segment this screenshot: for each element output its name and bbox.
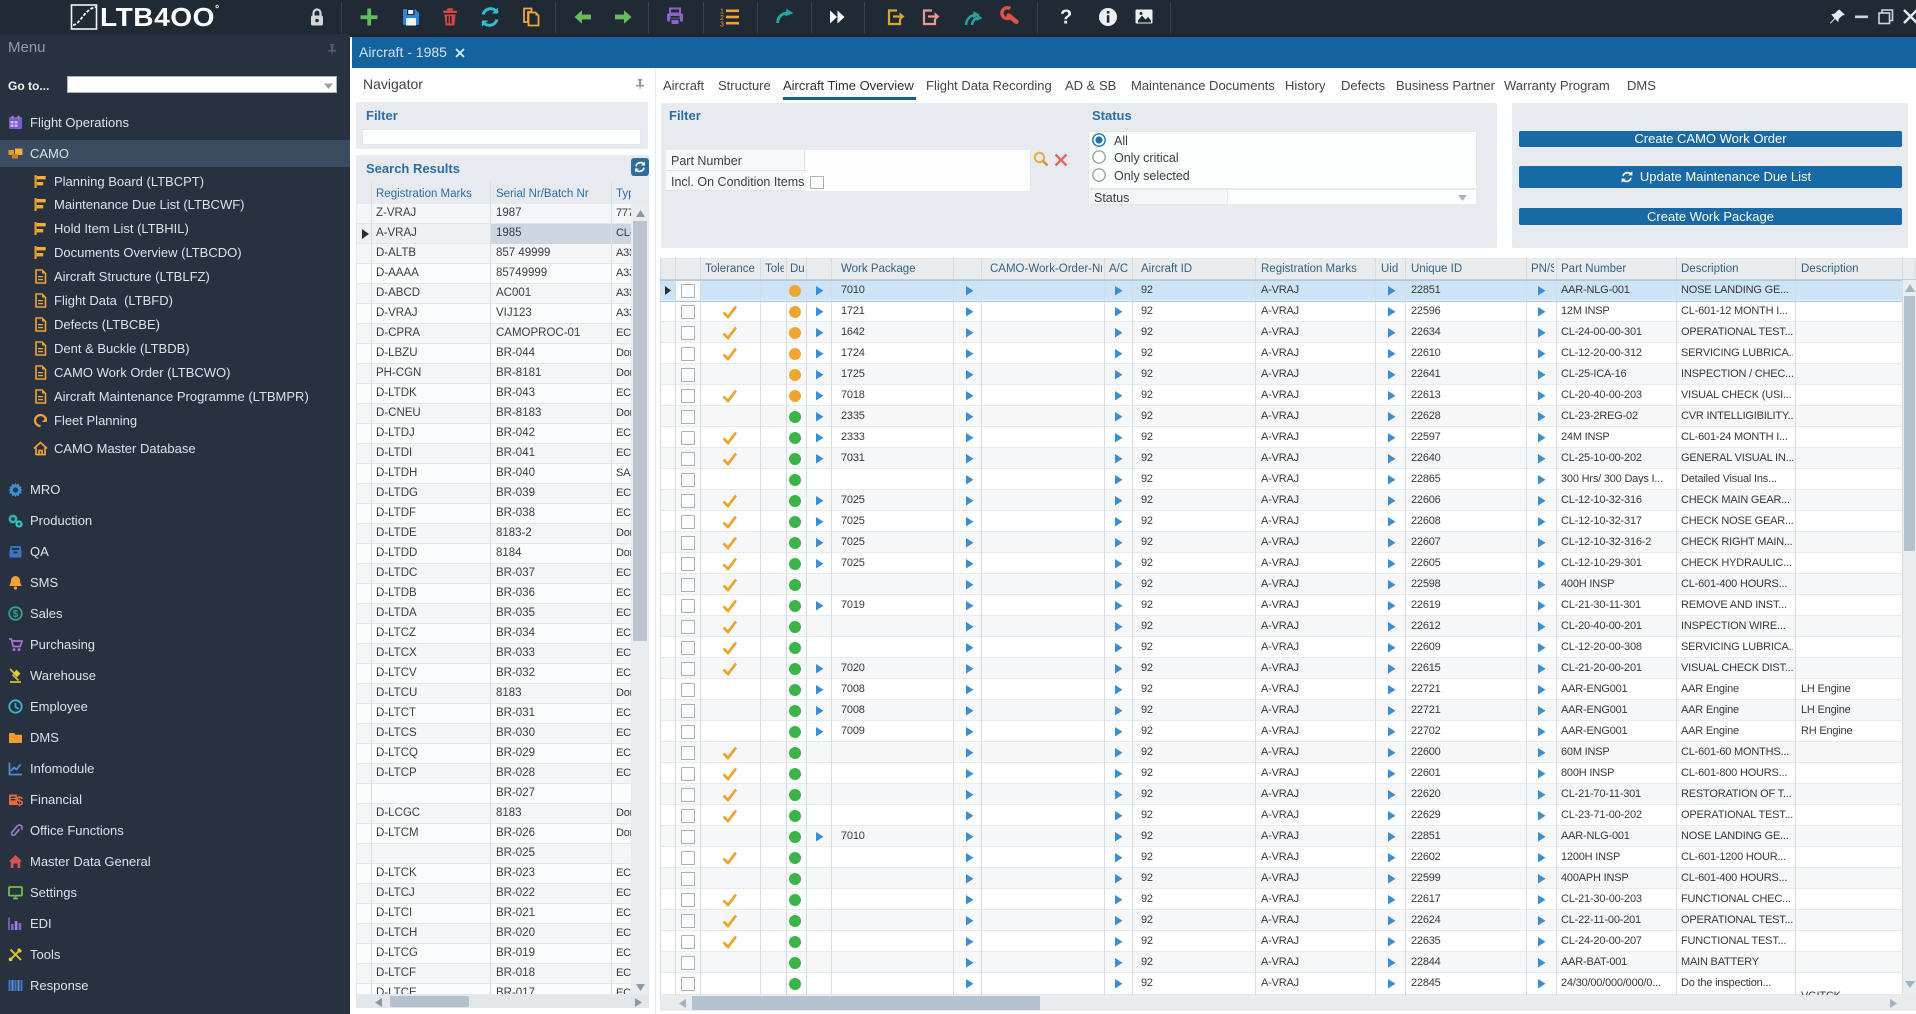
svg-text:$: $: [16, 794, 23, 808]
svg-text:3: 3: [720, 22, 724, 29]
svg-text:?: ?: [1060, 7, 1072, 29]
svg-text:$: $: [13, 609, 19, 620]
